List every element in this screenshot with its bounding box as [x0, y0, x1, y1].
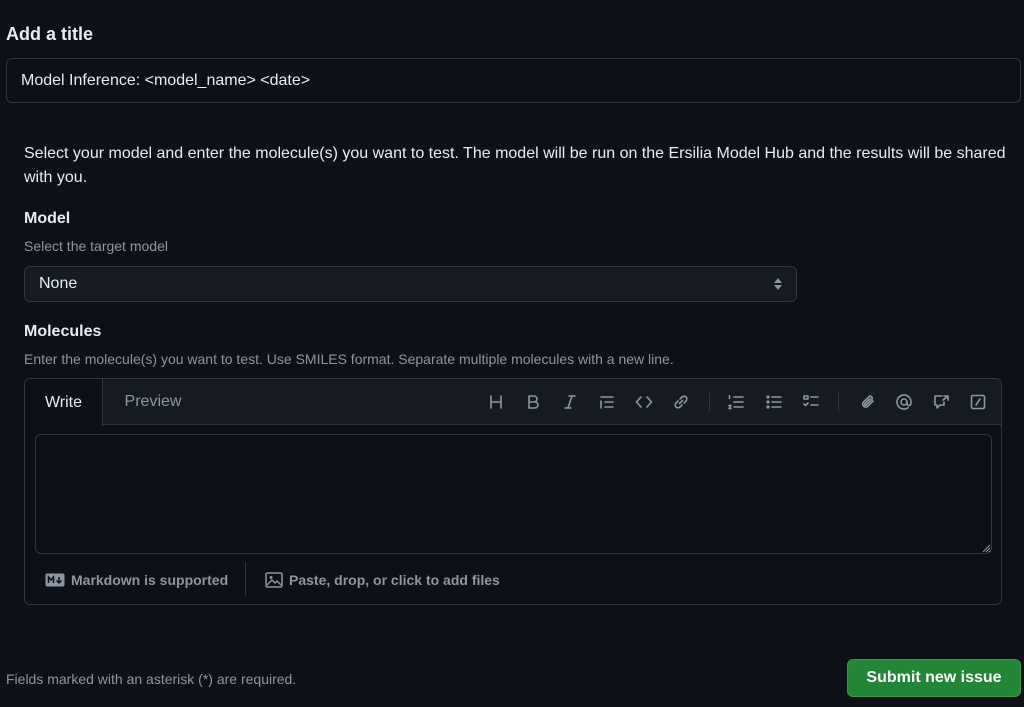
mention-icon[interactable]: [892, 390, 916, 414]
quote-icon[interactable]: [595, 390, 619, 414]
italic-icon[interactable]: [558, 390, 582, 414]
select-caret-icon: [774, 278, 782, 290]
markdown-icon: [45, 573, 65, 587]
footer-divider: [245, 562, 246, 596]
reference-icon[interactable]: [929, 390, 953, 414]
image-icon: [265, 572, 283, 588]
title-input[interactable]: [6, 58, 1021, 103]
form-intro-text: Select your model and enter the molecule…: [24, 145, 1006, 186]
bold-icon[interactable]: [521, 390, 545, 414]
tab-write[interactable]: Write: [25, 379, 103, 426]
numbered-list-icon[interactable]: [724, 390, 748, 414]
markdown-note: Markdown is supported: [71, 572, 229, 588]
molecules-description: Enter the molecule(s) you want to test. …: [24, 351, 674, 367]
submit-issue-button[interactable]: Submit new issue: [847, 659, 1021, 697]
toolbar-divider: [838, 393, 839, 411]
attach-icon[interactable]: [856, 390, 880, 414]
code-icon[interactable]: [632, 390, 656, 414]
model-label: Model: [24, 210, 71, 227]
new-issue-form: Add a title Select your model and enter …: [0, 0, 1024, 707]
attach-note: Paste, drop, or click to add files: [289, 572, 500, 588]
required-fields-note: Fields marked with an asterisk (*) are r…: [6, 671, 297, 687]
resize-handle-icon[interactable]: [981, 543, 991, 553]
molecules-textarea[interactable]: [35, 434, 992, 554]
heading-icon[interactable]: [484, 390, 508, 414]
model-select[interactable]: None: [24, 266, 797, 302]
model-select-value: None: [39, 275, 78, 292]
tab-preview[interactable]: Preview: [103, 379, 203, 425]
molecules-label: Molecules: [24, 323, 102, 340]
slash-commands-icon[interactable]: [966, 390, 990, 414]
markdown-supported-link[interactable]: Markdown is supported: [45, 565, 228, 595]
toolbar-divider: [709, 393, 710, 411]
molecules-editor: Write Preview Markdown is supported Past…: [24, 378, 1002, 605]
title-label: Add a title: [6, 24, 94, 44]
model-description: Select the target model: [24, 238, 168, 254]
attach-files-button[interactable]: Paste, drop, or click to add files: [265, 565, 500, 595]
link-icon[interactable]: [669, 390, 693, 414]
editor-footer: Markdown is supported Paste, drop, or cl…: [25, 562, 1001, 605]
editor-header: Write Preview: [25, 379, 1001, 426]
unordered-list-icon[interactable]: [762, 390, 786, 414]
task-list-icon[interactable]: [799, 390, 823, 414]
